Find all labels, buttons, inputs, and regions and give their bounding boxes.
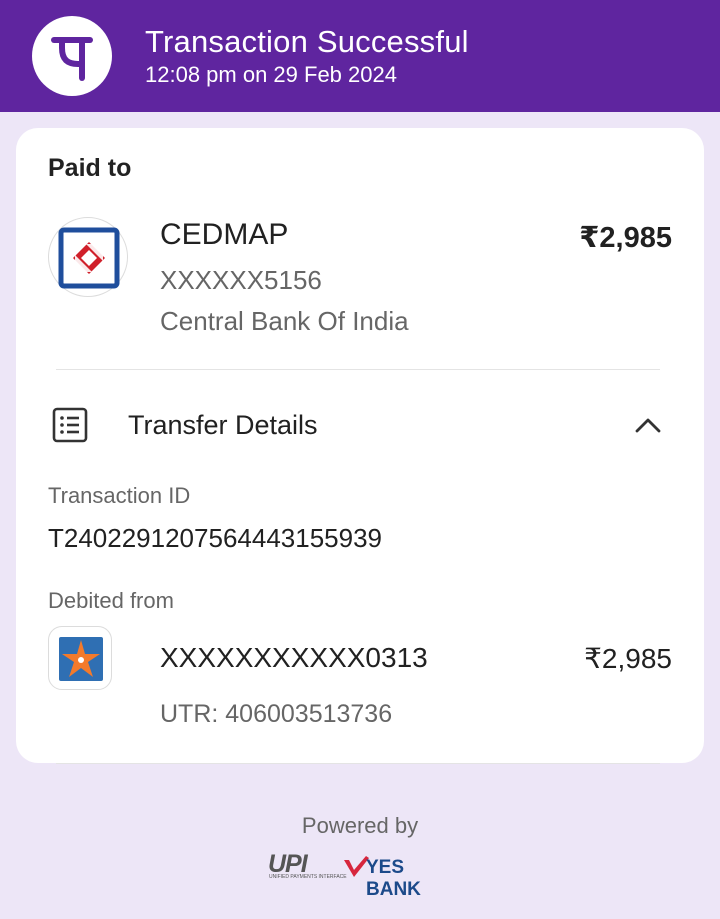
- upi-tagline: UNIFIED PAYMENTS INTERFACE: [269, 874, 347, 880]
- debited-from-label: Debited from: [48, 588, 174, 613]
- divider: [56, 369, 660, 370]
- yes-bank-logo: YES BANK: [366, 857, 421, 900]
- page-title: Transaction Successful: [145, 24, 469, 59]
- footer-logos: UPI UNIFIED PAYMENTS INTERFACE YES BANK: [268, 850, 458, 900]
- chevron-up-icon[interactable]: [633, 414, 663, 436]
- debit-account-number: XXXXXXXXXXX0313: [160, 642, 428, 673]
- divider: [56, 763, 660, 764]
- transaction-id-value[interactable]: T2402291207564443155939: [48, 523, 382, 554]
- list-icon: [52, 407, 88, 443]
- payee-bank-name: Central Bank Of India: [160, 306, 409, 336]
- status-header: Transaction Successful 12:08 pm on 29 Fe…: [0, 0, 720, 112]
- phonepe-logo-icon: [32, 16, 112, 96]
- payee-name: CEDMAP: [160, 218, 289, 251]
- bank-of-india-logo-icon: [48, 626, 112, 690]
- utr-number[interactable]: UTR: 406003513736: [160, 700, 392, 729]
- paid-to-label: Paid to: [48, 154, 132, 182]
- transfer-details-toggle[interactable]: Transfer Details: [128, 410, 318, 441]
- powered-by-label: Powered by: [301, 813, 419, 838]
- transaction-id-label: Transaction ID: [48, 483, 191, 508]
- payment-amount: ₹2,985: [579, 222, 672, 254]
- payee-account: XXXXXX5156: [160, 265, 322, 295]
- transaction-datetime: 12:08 pm on 29 Feb 2024: [145, 62, 397, 87]
- transaction-card: Paid to CEDMAP XXXXXX5156 Central Bank O…: [16, 128, 704, 763]
- debit-amount: ₹2,985: [584, 643, 672, 674]
- central-bank-logo-icon: [48, 217, 128, 297]
